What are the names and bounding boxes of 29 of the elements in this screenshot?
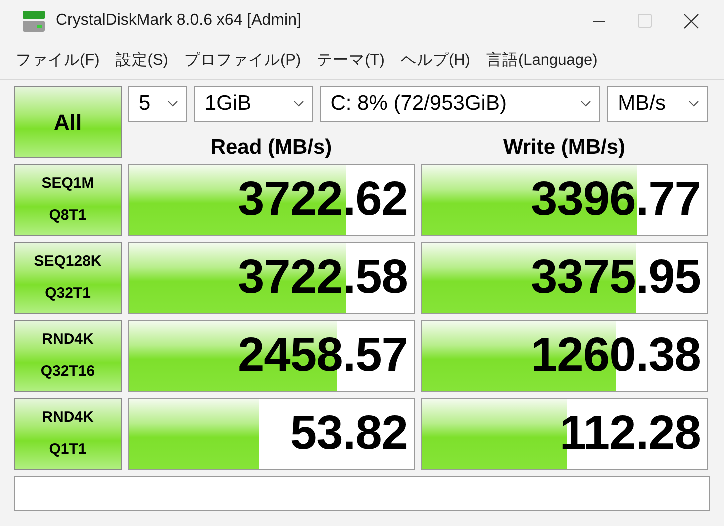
test-button[interactable]: SEQ1M Q8T1	[14, 164, 122, 236]
menu-item[interactable]: ヘルプ(H)	[392, 48, 478, 72]
menu-item[interactable]: 設定(S)	[108, 48, 176, 72]
column-header: Read (MB/s)	[210, 137, 334, 158]
close-icon	[684, 14, 698, 28]
result-value: 53.82	[290, 410, 408, 458]
menu-item[interactable]: プロファイル(P)	[176, 48, 310, 72]
chevron-icon	[294, 101, 304, 107]
column-header: Write (MB/s)	[502, 137, 627, 158]
dropdown[interactable]: 5	[128, 86, 187, 122]
dropdown[interactable]: 1GiB	[194, 86, 313, 122]
window-title: CrystalDiskMark 8.0.6 x64 [Admin]	[56, 11, 302, 31]
menu-item[interactable]: 言語(Language)	[478, 48, 606, 72]
comment-field[interactable]	[14, 476, 710, 511]
menu-item[interactable]: テーマ(T)	[309, 48, 393, 72]
menu-item[interactable]: ファイル(F)	[8, 48, 108, 72]
result-value: 1260.38	[530, 332, 701, 380]
test-button[interactable]: RND4K Q1T1	[14, 398, 122, 470]
app-icon	[22, 10, 46, 32]
all-button[interactable]: All	[14, 86, 122, 158]
chevron-icon	[168, 101, 178, 107]
test-button[interactable]: SEQ128K Q32T1	[14, 242, 122, 314]
dropdown[interactable]: C: 8% (72/953GiB)	[320, 86, 600, 122]
chevron-icon	[581, 101, 592, 107]
maximize-icon	[638, 14, 652, 28]
chevron-icon	[689, 101, 699, 107]
result-value: 112.28	[560, 410, 701, 458]
dropdown[interactable]: MB/s	[607, 86, 708, 122]
test-button[interactable]: RND4K Q32T16	[14, 320, 122, 392]
